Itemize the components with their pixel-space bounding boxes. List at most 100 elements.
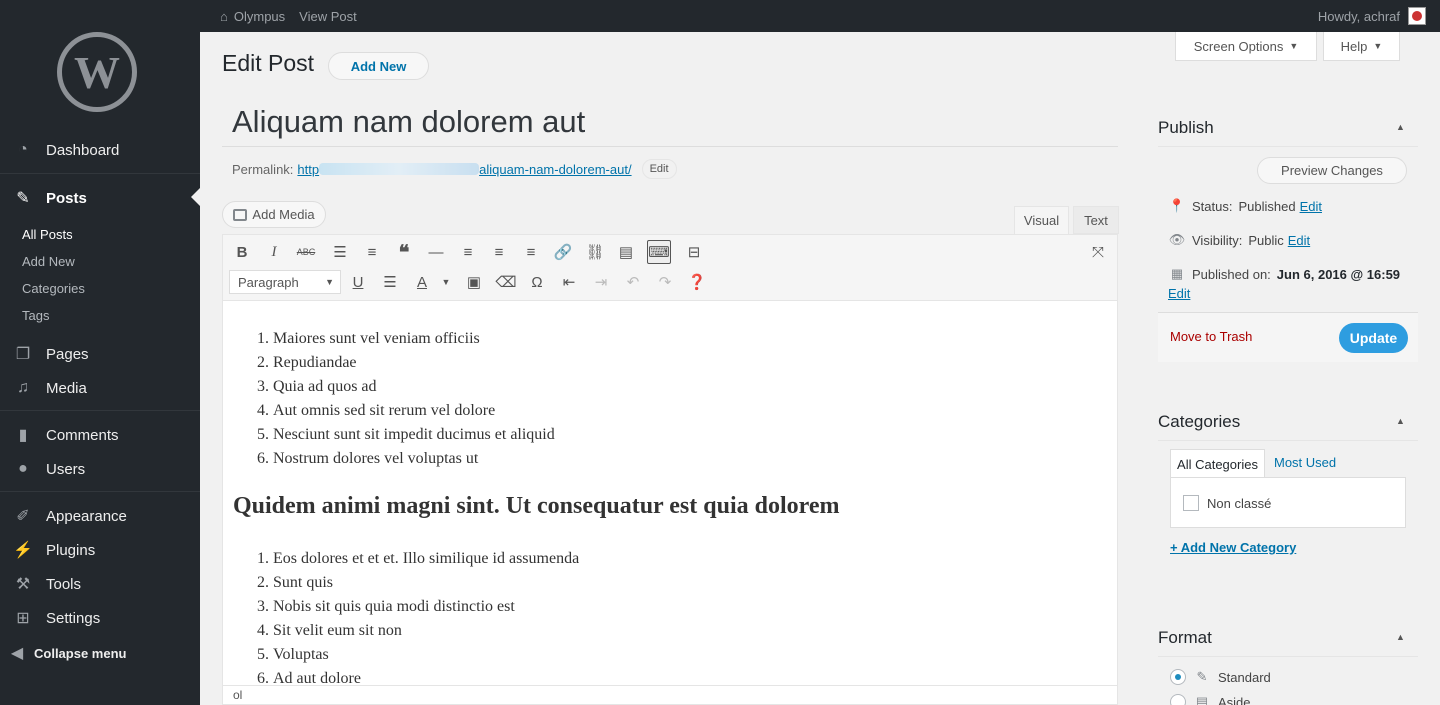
text-color-caret-icon[interactable]: ▼ [435,271,457,293]
format-box-title: Format [1158,628,1212,647]
collapse-icon: ◀ [10,645,24,662]
numbered-list-icon[interactable]: ≡ [361,241,383,263]
text-color-icon[interactable]: A [411,271,433,293]
editor-status-path[interactable]: ol [222,685,1118,705]
list-item: Voluptas [273,643,579,667]
bold-icon[interactable]: B [231,241,253,263]
tab-visual[interactable]: Visual [1014,206,1069,234]
visibility-label: Visibility: [1192,232,1243,248]
permalink-url[interactable]: http aliquam-nam-dolorem-aut/ [297,162,631,177]
special-character-icon[interactable]: Ω [526,271,548,293]
site-name: Olympus [233,8,286,24]
collapse-menu[interactable]: ◀ Collapse menu [0,636,200,670]
outdent-icon[interactable]: ⇤ [558,271,580,293]
admin-sidebar: W ◔ Dashboard ✎ Posts All Posts Add New … [0,32,200,705]
pages-icon: ❐ [15,346,31,363]
fullscreen-icon[interactable]: ⤧ [1087,241,1109,263]
menu-dashboard[interactable]: ◔ Dashboard [0,133,200,167]
list-item: Nostrum dolores vel voluptas ut [273,447,555,471]
format-option-standard[interactable]: ✎ Standard [1170,669,1271,685]
menu-media[interactable]: ♫ Media [0,371,200,405]
menu-tools[interactable]: ⚒ Tools [0,567,200,601]
menu-pages[interactable]: ❐ Pages [0,337,200,371]
align-right-icon[interactable]: ≡ [520,241,542,263]
screen-options-button[interactable]: Screen Options ▼ [1175,32,1317,61]
tab-text[interactable]: Text [1073,206,1119,234]
bullet-list-icon[interactable]: ☰ [329,241,351,263]
menu-appearance[interactable]: ✐ Appearance [0,499,200,533]
submenu-all-posts[interactable]: All Posts [22,227,73,242]
toolbar-toggle-icon[interactable]: ⌨ [647,240,671,264]
submenu-add-new[interactable]: Add New [22,254,75,269]
editor-content[interactable]: Maiores sunt vel veniam officiis Repudia… [222,301,1118,686]
aside-icon: ▤ [1195,694,1209,705]
move-to-trash-link[interactable]: Move to Trash [1170,329,1252,344]
user-icon: ● [18,460,28,477]
tab-most-used[interactable]: Most Used [1274,455,1336,470]
permalink-edit-button[interactable]: Edit [641,159,677,179]
eye-icon: 👁 [1168,232,1186,247]
list-item: Nobis sit quis quia modi distinctio est [273,595,579,619]
underline-icon[interactable]: U [347,271,369,293]
toggle-up-icon[interactable]: ▲ [1396,416,1405,426]
read-more-icon[interactable]: ▤ [615,241,637,263]
blockquote-icon[interactable]: ❝ [393,241,415,264]
toggle-up-icon[interactable]: ▲ [1396,122,1405,132]
align-center-icon[interactable]: ≡ [488,241,510,263]
status-edit-link[interactable]: Edit [1300,199,1322,214]
horizontal-line-icon[interactable]: — [425,241,447,263]
paragraph-format-select[interactable]: Paragraph ▼ [229,270,341,294]
menu-plugins[interactable]: ⚡ Plugins [0,533,200,567]
link-icon[interactable]: 🔗 [552,241,574,263]
menu-settings[interactable]: ⊞ Settings [0,601,200,635]
help-button[interactable]: Help ▼ [1323,32,1400,61]
category-checkbox[interactable] [1183,495,1199,511]
distraction-free-icon[interactable]: ⊟ [683,241,705,263]
strikethrough-icon[interactable]: ABC [295,241,317,263]
italic-icon[interactable]: I [263,241,285,263]
view-post-link[interactable]: View Post [299,9,357,24]
permalink-slug: aliquam-nam-dolorem-aut/ [479,161,632,177]
visibility-edit-link[interactable]: Edit [1288,233,1310,248]
published-on-row: ▦ Published on: Jun 6, 2016 @ 16:59 [1168,266,1400,282]
add-media-button[interactable]: Add Media [222,201,326,228]
permalink-label: Permalink: [232,161,294,177]
caret-down-icon: ▼ [1289,41,1299,51]
keyboard-shortcuts-icon[interactable]: ❓ [686,271,708,293]
add-new-button[interactable]: Add New [328,52,429,80]
justify-icon[interactable]: ☰ [379,271,401,293]
format-radio[interactable] [1170,694,1186,705]
post-title-input[interactable] [222,98,1118,147]
submenu-tags[interactable]: Tags [22,308,49,323]
published-edit-link[interactable]: Edit [1168,286,1190,301]
paste-text-icon[interactable]: ▣ [463,271,485,293]
format-option-aside[interactable]: ▤ Aside [1170,694,1251,705]
home-icon: ⌂ [220,8,228,24]
format-radio[interactable] [1170,669,1186,685]
wordpress-logo-icon[interactable]: W [57,32,137,112]
menu-comments[interactable]: ▮ Comments [0,418,200,452]
category-list: Non classé [1170,477,1406,528]
indent-icon[interactable]: ⇥ [590,271,612,293]
toggle-up-icon[interactable]: ▲ [1396,632,1405,642]
brush-icon: ✐ [16,508,30,525]
site-link[interactable]: ⌂ Olympus [220,9,285,24]
account-menu[interactable]: Howdy, achraf [1318,0,1426,32]
menu-users[interactable]: ● Users [0,452,200,486]
clear-formatting-icon[interactable]: ⌫ [495,271,517,293]
publish-actions: Move to Trash Update [1158,312,1418,362]
update-button[interactable]: Update [1339,323,1408,353]
undo-icon[interactable]: ↶ [622,271,644,293]
preview-changes-button[interactable]: Preview Changes [1257,157,1407,184]
add-new-category-link[interactable]: + Add New Category [1170,540,1296,555]
list-item: Maiores sunt vel veniam officiis [273,327,555,351]
category-item[interactable]: Non classé [1183,495,1271,511]
menu-posts[interactable]: ✎ Posts [0,180,200,216]
tab-all-categories[interactable]: All Categories [1170,449,1265,478]
format-label: Aside [1218,694,1251,705]
caret-down-icon: ▼ [1373,41,1383,51]
unlink-icon[interactable]: ⛓ [584,241,606,263]
submenu-categories[interactable]: Categories [22,281,85,296]
redo-icon[interactable]: ↷ [654,271,676,293]
align-left-icon[interactable]: ≡ [457,241,479,263]
